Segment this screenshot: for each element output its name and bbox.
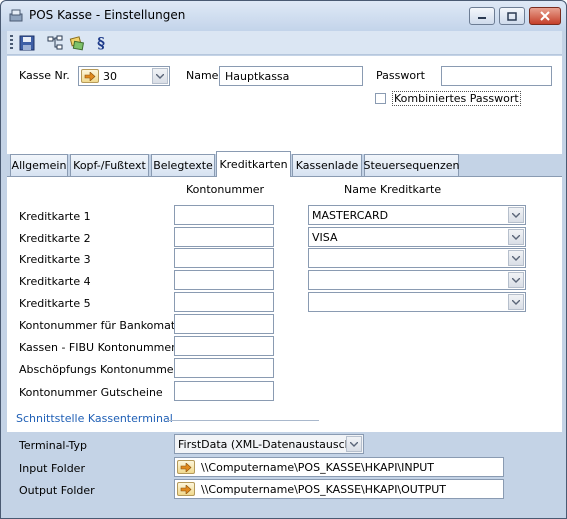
transfer-button[interactable] bbox=[67, 33, 87, 53]
tree-icon bbox=[47, 35, 63, 50]
kasse-nr-label: Kasse Nr. bbox=[19, 69, 70, 82]
input-folder-label: Input Folder bbox=[19, 462, 85, 475]
close-button[interactable] bbox=[529, 7, 561, 25]
arrow-right-icon bbox=[180, 462, 192, 472]
kreditkarte-5-dropdown-button[interactable] bbox=[508, 294, 524, 310]
kreditkarte-1-dropdown-button[interactable] bbox=[508, 207, 524, 223]
kreditkarte-2-dropdown-button[interactable] bbox=[508, 229, 524, 245]
window-title: POS Kasse - Einstellungen bbox=[29, 8, 186, 22]
paragraph-icon: § bbox=[97, 34, 105, 52]
settings-window: POS Kasse - Einstellungen § Kasse Nr. 30… bbox=[0, 0, 567, 519]
output-folder-label: Output Folder bbox=[19, 484, 95, 497]
toolbar-grip[interactable] bbox=[10, 35, 13, 51]
kreditkarte-3-konto-field[interactable] bbox=[174, 248, 274, 268]
kreditkarte-2-name-value: VISA bbox=[312, 231, 338, 244]
kreditkarte-5-konto-field[interactable] bbox=[174, 292, 274, 312]
kasse-nr-field[interactable]: 30 bbox=[78, 66, 170, 86]
kreditkarte-4-label: Kreditkarte 4 bbox=[19, 275, 91, 288]
kreditkarte-4-konto-field[interactable] bbox=[174, 270, 274, 290]
kreditkarte-5-name-select[interactable] bbox=[308, 292, 526, 312]
main-content: Kasse Nr. 30 Name Hauptkassa Passwort Ko… bbox=[7, 56, 562, 514]
gutscheine-label: Kontonummer Gutscheine bbox=[19, 386, 163, 399]
bankomat-konto-field[interactable] bbox=[174, 314, 274, 334]
kreditkarte-1-konto-field[interactable] bbox=[174, 205, 274, 225]
kreditkarte-1-label: Kreditkarte 1 bbox=[19, 210, 91, 223]
input-folder-browse-button[interactable] bbox=[177, 460, 195, 474]
maximize-button[interactable] bbox=[499, 7, 525, 25]
kombiniertes-passwort-checkbox[interactable] bbox=[375, 93, 386, 104]
fibu-konto-field[interactable] bbox=[174, 336, 274, 356]
kassenterminal-group-title: Schnittstelle Kassenterminal bbox=[16, 412, 173, 425]
tab-kopf-fusstext[interactable]: Kopf-/Fußtext bbox=[70, 154, 149, 176]
kreditkarte-2-label: Kreditkarte 2 bbox=[19, 232, 91, 245]
chevron-down-icon bbox=[512, 299, 520, 305]
kreditkarte-2-konto-field[interactable] bbox=[174, 227, 274, 247]
kasse-nr-lookup-button[interactable] bbox=[81, 69, 99, 83]
bankomat-label: Kontonummer für Bankomat bbox=[19, 319, 176, 332]
kreditkarte-4-dropdown-button[interactable] bbox=[508, 272, 524, 288]
input-folder-field[interactable]: \\Computername\POS_KASSE\HKAPI\INPUT bbox=[174, 457, 504, 477]
title-bar[interactable]: POS Kasse - Einstellungen bbox=[1, 1, 566, 31]
kreditkarte-2-name-select[interactable]: VISA bbox=[308, 227, 526, 247]
name-field[interactable]: Hauptkassa bbox=[219, 66, 363, 86]
name-label: Name bbox=[186, 69, 219, 82]
chevron-down-icon bbox=[512, 212, 520, 218]
chevron-down-icon bbox=[512, 234, 520, 240]
structure-button[interactable] bbox=[45, 33, 65, 53]
abschoepfung-label: Abschöpfungs Kontonummer bbox=[19, 363, 179, 376]
kreditkarte-3-name-select[interactable] bbox=[308, 248, 526, 268]
chevron-down-icon bbox=[512, 277, 520, 283]
close-icon bbox=[540, 11, 550, 21]
kreditkarte-3-dropdown-button[interactable] bbox=[508, 250, 524, 266]
terminal-typ-dropdown-button[interactable] bbox=[346, 436, 362, 452]
tab-steuersequenzen[interactable]: Steuersequenzen bbox=[363, 154, 460, 176]
terminal-typ-value: FirstData (XML-Datenaustausch) bbox=[178, 438, 356, 451]
arrow-right-icon bbox=[180, 484, 192, 494]
terminal-typ-label: Terminal-Typ bbox=[19, 439, 87, 452]
output-folder-browse-button[interactable] bbox=[177, 482, 195, 496]
maximize-icon bbox=[507, 11, 517, 21]
chevron-down-icon bbox=[350, 441, 358, 447]
tab-allgemein[interactable]: Allgemein bbox=[10, 154, 68, 176]
chevron-down-icon bbox=[512, 255, 520, 261]
tab-belegtexte[interactable]: Belegtexte bbox=[151, 154, 215, 176]
fibu-label: Kassen - FIBU Kontonummer bbox=[19, 341, 176, 354]
kontonummer-column-header: Kontonummer bbox=[186, 183, 265, 196]
tab-kassenlade[interactable]: Kassenlade bbox=[292, 154, 362, 176]
pos-app-icon bbox=[9, 9, 23, 22]
kreditkarte-3-label: Kreditkarte 3 bbox=[19, 253, 91, 266]
transfer-icon bbox=[69, 36, 85, 51]
kasse-nr-value: 30 bbox=[103, 70, 117, 83]
save-icon bbox=[19, 35, 35, 51]
input-folder-value: \\Computername\POS_KASSE\HKAPI\INPUT bbox=[201, 461, 435, 474]
minimize-icon bbox=[478, 17, 486, 19]
kreditkarte-5-label: Kreditkarte 5 bbox=[19, 297, 91, 310]
kombiniertes-passwort-label[interactable]: Kombiniertes Passwort bbox=[392, 91, 521, 106]
minimize-button[interactable] bbox=[469, 7, 495, 25]
toolbar: § bbox=[7, 31, 562, 55]
chevron-down-icon bbox=[156, 73, 164, 79]
name-kreditkarte-column-header: Name Kreditkarte bbox=[344, 183, 442, 196]
group-divider bbox=[167, 420, 319, 421]
arrow-right-icon bbox=[84, 71, 96, 81]
passwort-field[interactable] bbox=[441, 66, 552, 86]
paragraph-button[interactable]: § bbox=[91, 33, 111, 53]
kasse-nr-dropdown-button[interactable] bbox=[152, 68, 168, 84]
save-button[interactable] bbox=[17, 33, 37, 53]
name-value: Hauptkassa bbox=[225, 70, 290, 83]
output-folder-value: \\Computername\POS_KASSE\HKAPI\OUTPUT bbox=[201, 483, 446, 496]
tab-kreditkarten[interactable]: Kreditkarten bbox=[216, 151, 291, 177]
gutscheine-konto-field[interactable] bbox=[174, 381, 274, 401]
kreditkarte-1-name-value: MASTERCARD bbox=[312, 209, 389, 222]
kreditkarte-1-name-select[interactable]: MASTERCARD bbox=[308, 205, 526, 225]
kreditkarte-4-name-select[interactable] bbox=[308, 270, 526, 290]
abschoepfung-konto-field[interactable] bbox=[174, 358, 274, 378]
passwort-label: Passwort bbox=[376, 69, 425, 82]
output-folder-field[interactable]: \\Computername\POS_KASSE\HKAPI\OUTPUT bbox=[174, 479, 504, 499]
terminal-typ-select[interactable]: FirstData (XML-Datenaustausch) bbox=[174, 434, 364, 454]
